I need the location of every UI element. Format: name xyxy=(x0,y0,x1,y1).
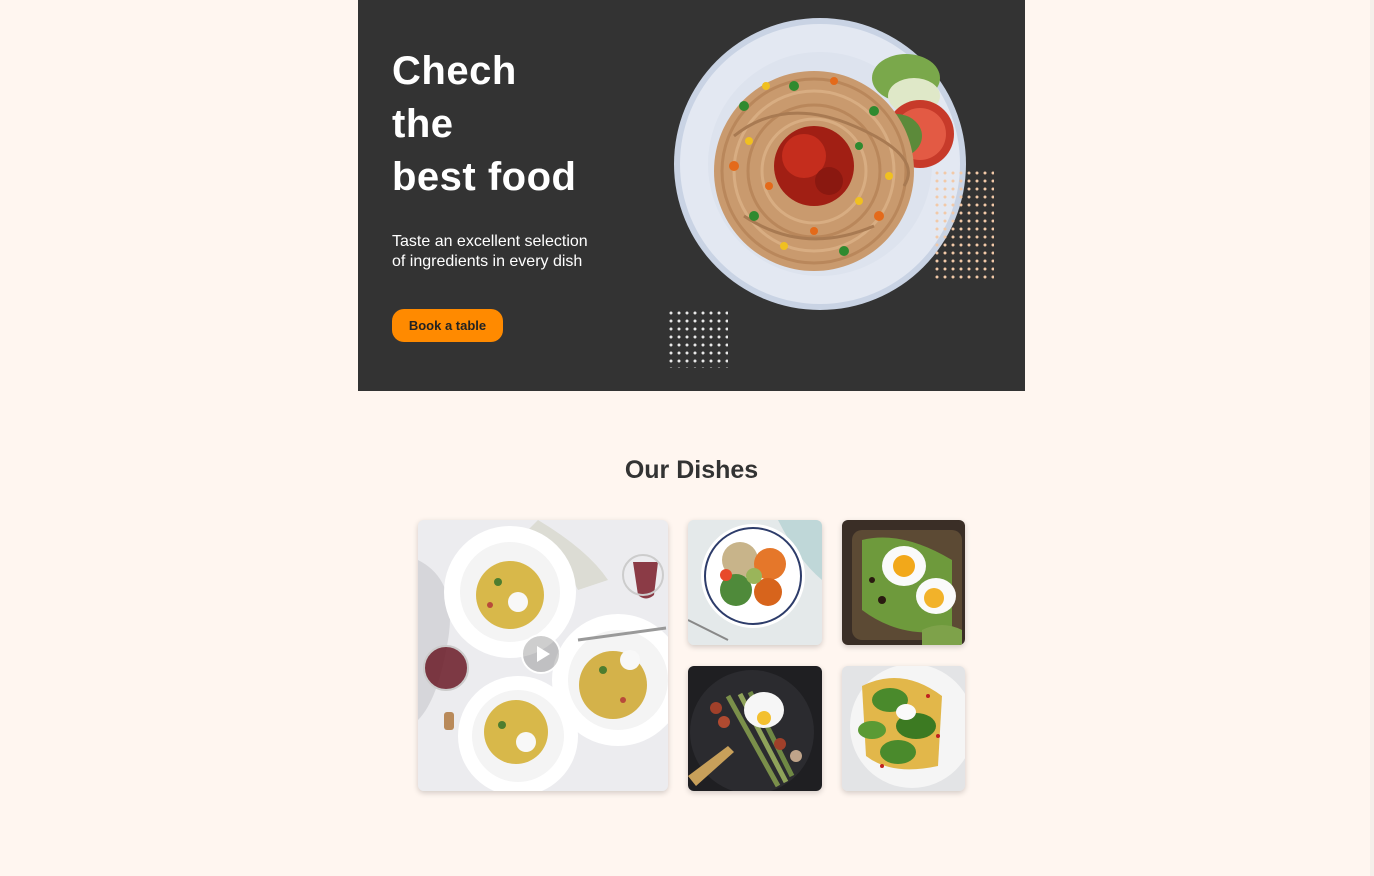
hero-title-line-1: Chech xyxy=(392,49,517,93)
hero-title: Chech the best food xyxy=(392,45,576,204)
hero-title-line-2: the xyxy=(392,102,454,146)
book-table-button[interactable]: Book a table xyxy=(392,309,503,342)
dot-grid-decoration xyxy=(668,310,728,368)
dish-card-egg-toast[interactable] xyxy=(842,520,965,645)
play-icon[interactable] xyxy=(521,634,561,674)
dish-card-veggie-bowl[interactable] xyxy=(688,520,822,645)
hero-banner: Chech the best food Taste an excellent s… xyxy=(358,0,1025,391)
asparagus-poached-egg-photo xyxy=(688,666,822,791)
dish-card-spinach-toast[interactable] xyxy=(842,666,965,791)
spinach-egg-toast-photo xyxy=(842,666,965,791)
dishes-section-title: Our Dishes xyxy=(624,456,759,484)
egg-avocado-toast-photo xyxy=(842,520,965,645)
veggie-bowl-photo xyxy=(688,520,822,645)
dot-grid-decoration xyxy=(934,170,994,282)
hero-title-line-3: best food xyxy=(392,155,577,199)
hero-subtitle: Taste an excellent selection of ingredie… xyxy=(392,233,588,270)
spaghetti-plate-image xyxy=(674,16,974,312)
page-edge xyxy=(1370,0,1374,876)
dish-card-pasta[interactable] xyxy=(418,520,668,791)
dish-card-asparagus[interactable] xyxy=(688,666,822,791)
